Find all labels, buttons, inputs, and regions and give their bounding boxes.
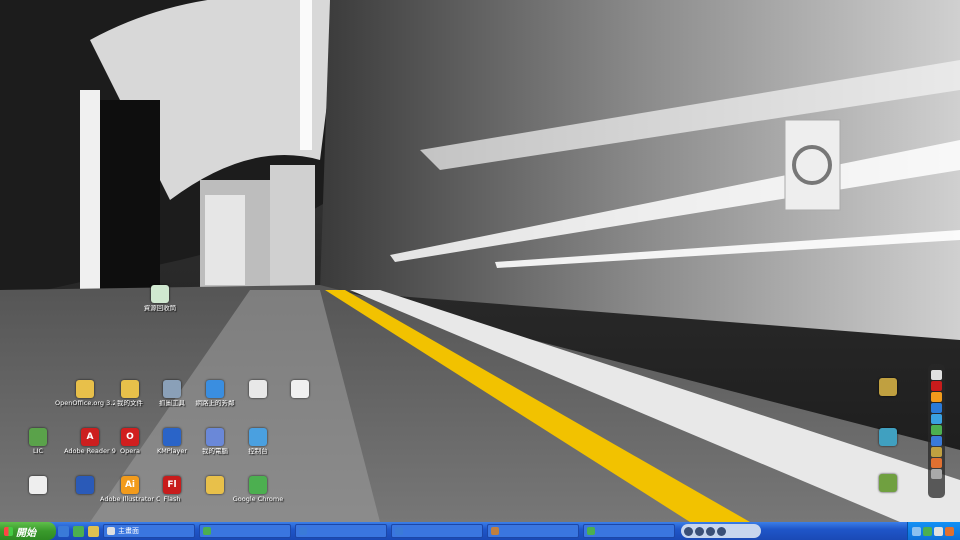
window-app-icon [299,527,307,535]
document-icon [291,380,309,398]
app-icon [29,428,47,446]
media-player-bar[interactable] [681,524,761,538]
prev-icon[interactable] [684,526,693,536]
side-dock[interactable] [928,364,945,498]
opera-icon: O [121,428,139,446]
volume-icon[interactable] [934,526,943,536]
recycle-bin[interactable]: 資源回收筒 [130,285,190,329]
desktop-icon[interactable] [858,428,918,472]
app-icon [879,378,897,396]
window-app-icon [203,527,211,535]
tray-icon[interactable] [912,526,921,536]
start-button[interactable]: 開始 [0,522,56,540]
control-panel-icon [249,428,267,446]
taskbar-window-button[interactable] [295,524,387,538]
document-icon [249,380,267,398]
dock-app-icon[interactable] [931,425,942,435]
window-app-icon [107,527,115,535]
desktop-icon[interactable]: 控制台 [228,428,288,472]
chrome-icon [249,476,267,494]
quicklaunch-ie-icon[interactable] [58,525,69,537]
desktop-icon[interactable] [270,380,330,424]
desktop-icon-label: Google Chrome [232,496,284,503]
word-document-icon [76,476,94,494]
network-icon [206,380,224,398]
recycle-bin-icon [151,285,169,303]
dock-trash-icon[interactable] [931,469,942,479]
pause-icon[interactable] [695,526,704,536]
window-app-icon [587,527,595,535]
window-app-icon [395,527,403,535]
dock-app-icon[interactable] [931,403,942,413]
dock-app-icon[interactable] [931,392,942,402]
dock-app-icon[interactable] [931,458,942,468]
start-label: 開始 [16,527,36,539]
taskbar: 開始 主畫面 [0,522,960,540]
taskbar-window-button[interactable] [199,524,291,538]
window-app-icon [491,527,499,535]
documents-icon [121,380,139,398]
desktop-icon[interactable]: LIC [8,428,68,472]
dock-app-icon[interactable] [931,381,942,391]
kmplayer-icon [163,428,181,446]
dock-app-icon[interactable] [931,436,942,446]
document-icon [29,476,47,494]
quicklaunch-app-icon[interactable] [73,525,84,537]
desktop-icon[interactable] [858,378,918,422]
folder-icon [76,380,94,398]
taskbar-window-button[interactable] [487,524,579,538]
dock-app-icon[interactable] [931,414,942,424]
tray-icon[interactable] [945,526,954,536]
camera-icon [163,380,181,398]
taskbar-window-button[interactable]: 主畫面 [103,524,195,538]
desktop-icon-label: LIC [32,448,44,455]
taskbar-window-button[interactable] [583,524,675,538]
desktop-icon[interactable] [858,474,918,518]
tray-icon[interactable] [923,526,932,536]
app-icon [879,428,897,446]
recycle-bin-label: 資源回收筒 [143,305,177,312]
computer-icon [206,428,224,446]
taskbar-window-label: 主畫面 [118,527,139,535]
next-icon[interactable] [717,526,726,536]
adobe-reader-icon: A [81,428,99,446]
quicklaunch-desktop-icon[interactable] [88,525,99,537]
dock-app-icon[interactable] [931,447,942,457]
taskbar-window-button[interactable] [391,524,483,538]
illustrator-icon: Ai [121,476,139,494]
flash-icon: Fl [163,476,181,494]
desktop-icon-label: 控制台 [248,448,268,455]
folder-icon [206,476,224,494]
dock-app-icon[interactable] [931,370,942,380]
system-tray [907,522,960,540]
stop-icon[interactable] [706,526,715,536]
app-icon [879,474,897,492]
desktop-icon[interactable]: Google Chrome [228,476,288,520]
windows-flag-icon [4,526,13,536]
